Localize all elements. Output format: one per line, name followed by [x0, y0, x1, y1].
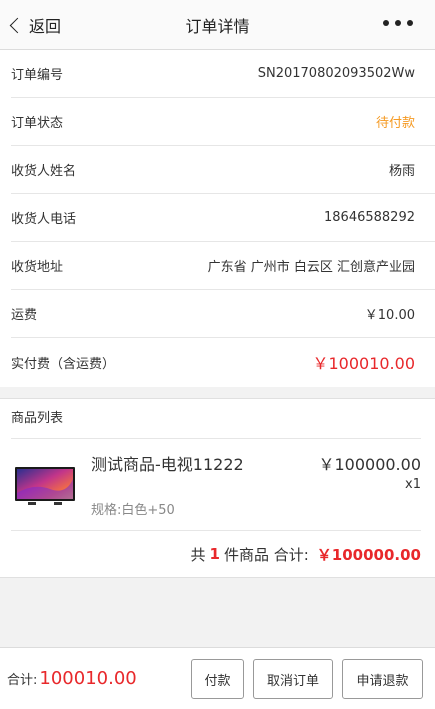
- back-button[interactable]: 返回: [8, 12, 61, 38]
- chevron-left-icon: [9, 17, 26, 33]
- paid-amount-label: 实付费（含运费）: [11, 356, 116, 372]
- cancel-order-button[interactable]: 取消订单: [253, 659, 333, 699]
- more-menu-button[interactable]: [383, 20, 413, 26]
- shipping-fee-value: ￥10.00: [364, 308, 415, 323]
- paid-amount-row: 实付费（含运费） ￥100010.00: [11, 338, 435, 386]
- shipping-fee-row: 运费 ￥10.00: [11, 290, 435, 338]
- back-label: 返回: [29, 17, 62, 36]
- order-status-label: 订单状态: [11, 116, 64, 131]
- summary-amount: ￥100000.00: [316, 545, 421, 564]
- more-dots-icon: [383, 20, 389, 26]
- recipient-name-row: 收货人姓名 杨雨: [11, 146, 435, 194]
- more-dot: [395, 20, 401, 26]
- order-status-value: 待付款: [375, 116, 415, 131]
- recipient-name-label: 收货人姓名: [11, 164, 77, 179]
- summary-prefix: 共: [190, 545, 206, 564]
- more-dot: [407, 20, 413, 26]
- paid-amount-value: ￥100010.00: [312, 354, 415, 373]
- goods-spec: 规格:白色+50: [91, 503, 175, 518]
- address-label: 收货地址: [11, 260, 64, 275]
- page-title: 订单详情: [185, 17, 250, 36]
- request-refund-button[interactable]: 申请退款: [342, 659, 423, 699]
- summary-suffix: 件商品 合计:: [223, 545, 309, 564]
- order-info-card: 订单编号 SN20170802093502Ww 订单状态 待付款 收货人姓名 杨…: [0, 50, 435, 387]
- summary-count: 1: [209, 545, 220, 563]
- goods-quantity: x1: [405, 477, 421, 492]
- order-number-row: 订单编号 SN20170802093502Ww: [11, 50, 435, 98]
- goods-item[interactable]: 测试商品-电视11222 规格:白色+50 ￥100000.00 x1: [11, 439, 421, 531]
- goods-price: ￥100000.00: [318, 455, 421, 474]
- nav-bar: 返回 订单详情: [0, 0, 435, 50]
- recipient-phone-label: 收货人电话: [11, 212, 77, 227]
- goods-summary: 共 1 件商品 合计: ￥100000.00: [191, 531, 421, 577]
- total: 合计: 100010.00: [7, 668, 137, 689]
- order-number-value: SN20170802093502Ww: [257, 66, 415, 81]
- tv-icon: [15, 467, 75, 505]
- recipient-phone-row: 收货人电话 18646588292: [11, 194, 435, 242]
- bottom-action-bar: 合计: 100010.00 付款 取消订单 申请退款: [0, 647, 435, 709]
- address-value: 广东省 广州市 白云区 汇创意产业园: [207, 260, 415, 275]
- pay-button[interactable]: 付款: [191, 659, 244, 699]
- goods-list-header: 商品列表: [11, 399, 421, 439]
- order-status-row: 订单状态 待付款: [11, 98, 435, 146]
- total-label: 合计:: [7, 673, 38, 688]
- goods-name: 测试商品-电视11222: [91, 455, 244, 474]
- order-number-label: 订单编号: [11, 68, 64, 83]
- recipient-name-value: 杨雨: [388, 164, 415, 179]
- address-row: 收货地址 广东省 广州市 白云区 汇创意产业园: [11, 242, 435, 290]
- recipient-phone-value: 18646588292: [324, 210, 415, 225]
- total-value: 100010.00: [39, 668, 137, 689]
- goods-list-card: 商品列表 测试商品-电视11222 规格:白色+50 ￥100000.00 x1…: [0, 398, 435, 578]
- shipping-fee-label: 运费: [11, 308, 38, 323]
